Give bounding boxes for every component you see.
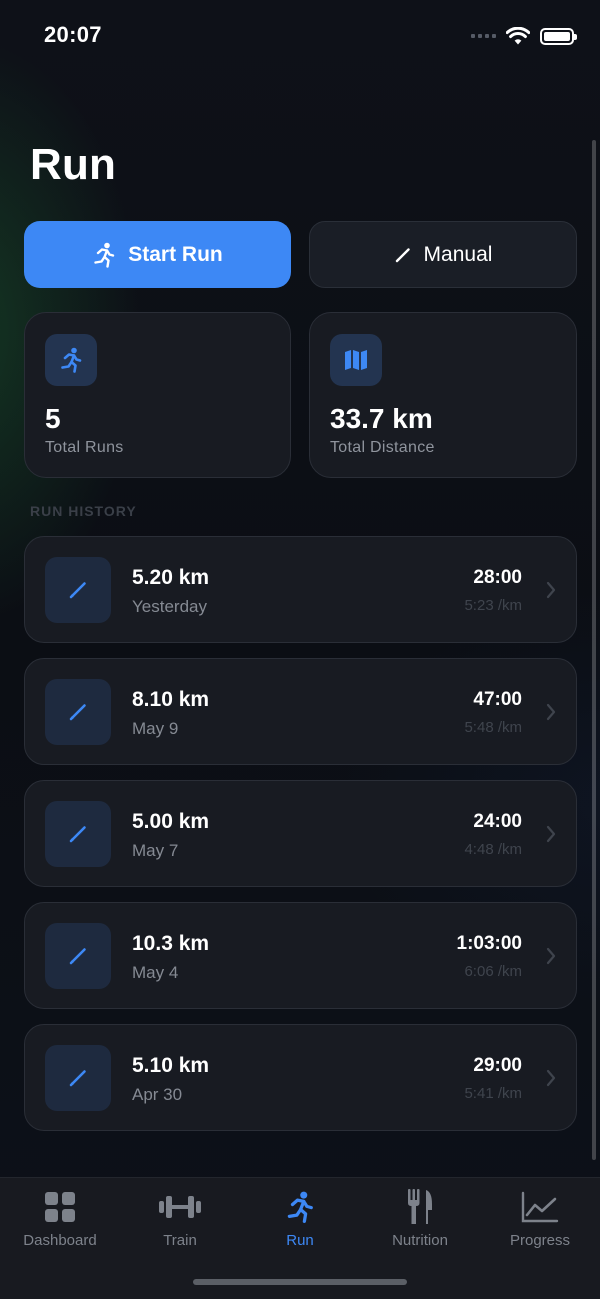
- tab-label: Dashboard: [23, 1232, 97, 1249]
- run-entry-icon-box: [45, 1045, 111, 1111]
- wifi-icon: [506, 27, 530, 45]
- status-time: 20:07: [44, 22, 102, 47]
- run-distance: 5.00 km: [132, 810, 210, 833]
- run-date: May 9: [132, 719, 179, 738]
- pencil-icon: [69, 582, 86, 599]
- tab-label: Run: [286, 1232, 314, 1249]
- run-pace: 6:06 /km: [464, 963, 522, 980]
- home-indicator[interactable]: [193, 1279, 407, 1285]
- run-pace: 5:48 /km: [464, 719, 522, 736]
- tab-train[interactable]: Train: [120, 1178, 240, 1258]
- total-runs-card: 5 Total Runs: [24, 312, 291, 478]
- total-runs-value: 5: [45, 403, 61, 434]
- tab-run[interactable]: Run: [240, 1178, 360, 1258]
- manual-label: Manual: [423, 242, 493, 266]
- run-duration: 47:00: [473, 689, 522, 710]
- stat-icon-box: [45, 334, 97, 386]
- total-distance-card: 33.7 km Total Distance: [309, 312, 577, 478]
- tab-progress[interactable]: Progress: [480, 1178, 600, 1258]
- running-figure-icon: [94, 242, 115, 268]
- running-figure-icon: [61, 347, 82, 373]
- total-distance-value: 33.7 km: [330, 403, 433, 434]
- run-date: Yesterday: [132, 597, 207, 616]
- total-runs-label: Total Runs: [45, 439, 124, 456]
- run-history-item[interactable]: 5.00 km May 7 24:00 4:48 /km: [24, 780, 577, 887]
- tab-dashboard[interactable]: Dashboard: [0, 1178, 120, 1258]
- run-distance: 5.20 km: [132, 566, 210, 589]
- tab-label: Nutrition: [392, 1232, 448, 1249]
- pencil-icon: [69, 826, 86, 843]
- run-distance: 8.10 km: [132, 688, 210, 711]
- chart-line-icon: [521, 1190, 559, 1224]
- scroll-indicator[interactable]: [592, 140, 596, 1160]
- run-pace: 5:41 /km: [464, 1085, 522, 1102]
- status-icons: [471, 27, 577, 45]
- fork-knife-icon: [406, 1189, 434, 1224]
- map-icon: [345, 350, 367, 370]
- pencil-icon: [69, 704, 86, 721]
- dashboard-grid-icon: [44, 1190, 76, 1224]
- chevron-right-icon: [546, 703, 556, 721]
- stat-icon-box: [330, 334, 382, 386]
- run-history-item[interactable]: 10.3 km May 4 1:03:00 6:06 /km: [24, 902, 577, 1009]
- start-run-button[interactable]: Start Run: [24, 221, 291, 288]
- run-distance: 10.3 km: [132, 932, 210, 955]
- run-pace: 4:48 /km: [464, 841, 522, 858]
- run-duration: 28:00: [473, 567, 522, 588]
- run-date: May 7: [132, 841, 179, 860]
- running-figure-icon: [285, 1190, 315, 1224]
- chevron-right-icon: [546, 581, 556, 599]
- pencil-icon: [395, 247, 410, 262]
- total-distance-label: Total Distance: [330, 439, 435, 456]
- run-history-item[interactable]: 5.20 km Yesterday 28:00 5:23 /km: [24, 536, 577, 643]
- run-duration: 29:00: [473, 1055, 522, 1076]
- chevron-right-icon: [546, 825, 556, 843]
- pencil-icon: [69, 1070, 86, 1087]
- chevron-right-icon: [546, 947, 556, 965]
- run-date: May 4: [132, 963, 179, 982]
- tab-nutrition[interactable]: Nutrition: [360, 1178, 480, 1258]
- cellular-signal-icon: [471, 34, 496, 38]
- run-duration: 24:00: [473, 811, 522, 832]
- run-date: Apr 30: [132, 1085, 183, 1104]
- start-run-label: Start Run: [128, 242, 223, 266]
- status-bar: 20:07: [0, 0, 600, 70]
- run-history-item[interactable]: 8.10 km May 9 47:00 5:48 /km: [24, 658, 577, 765]
- run-entry-icon-box: [45, 557, 111, 623]
- page-title: Run: [30, 140, 117, 189]
- run-entry-icon-box: [45, 923, 111, 989]
- run-duration: 1:03:00: [456, 933, 523, 954]
- dumbbell-icon: [158, 1190, 202, 1224]
- battery-icon: [540, 27, 577, 45]
- manual-entry-button[interactable]: Manual: [309, 221, 577, 288]
- run-pace: 5:23 /km: [464, 597, 522, 614]
- run-distance: 5.10 km: [132, 1054, 210, 1077]
- run-history-heading: RUN HISTORY: [30, 503, 137, 519]
- chevron-right-icon: [546, 1069, 556, 1087]
- tab-label: Progress: [509, 1232, 571, 1249]
- run-entry-icon-box: [45, 679, 111, 745]
- run-entry-icon-box: [45, 801, 111, 867]
- tab-label: Train: [163, 1232, 197, 1249]
- run-history-item[interactable]: 5.10 km Apr 30 29:00 5:41 /km: [24, 1024, 577, 1131]
- pencil-icon: [69, 948, 86, 965]
